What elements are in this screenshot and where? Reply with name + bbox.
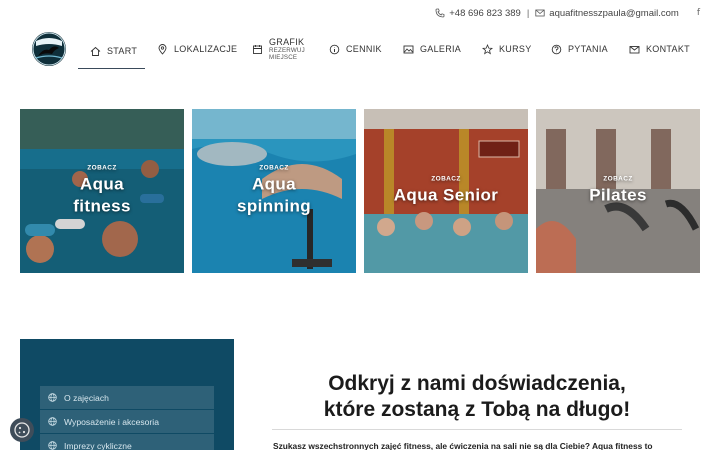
nav-sublabel-rezerwuj: REZERWUJ [269, 47, 305, 55]
tile-prefix: ZOBACZ [603, 175, 633, 183]
side-item-label: Imprezy cykliczne [64, 440, 132, 450]
nav-label-lokalizacje: LOKALIZACJE [174, 44, 238, 54]
cookie-settings-button[interactable] [10, 418, 34, 442]
nav-item-cennik[interactable]: CENNIK [329, 34, 403, 64]
question-icon [551, 44, 562, 54]
side-item-o-zajeciach[interactable]: O zajęciach [40, 386, 214, 409]
side-item-label: Wyposażenie i akcesoria [64, 416, 159, 427]
home-icon [90, 46, 101, 56]
main-nav: START LOKALIZACJE GRAFIK REZERWUJ MIEJSC… [78, 34, 699, 70]
side-item-imprezy[interactable]: Imprezy cykliczne [40, 434, 214, 450]
nav-item-kontakt[interactable]: KONTAKT [629, 34, 699, 64]
tile-title-line2: fitness [73, 196, 131, 216]
map-pin-icon [158, 43, 167, 55]
side-menu-panel: O zajęciach Wyposażenie i akcesoria Impr… [20, 339, 234, 450]
nav-item-galeria[interactable]: GALERIA [403, 34, 482, 64]
info-icon [329, 44, 340, 54]
star-icon [482, 43, 493, 54]
tile-title-line1: Aqua [251, 174, 297, 194]
tile-title-line1: Pilates [589, 185, 647, 205]
tile-label: ZOBACZ Aqua Senior [364, 175, 528, 206]
tile-pilates[interactable]: ZOBACZ Pilates [536, 109, 700, 273]
nav-label-kontakt: KONTAKT [646, 44, 690, 54]
nav-label-pytania: PYTANIA [568, 44, 608, 54]
globe-icon [48, 441, 57, 450]
phone-icon [435, 8, 445, 18]
tile-prefix: ZOBACZ [431, 175, 461, 183]
site-logo[interactable] [32, 32, 66, 66]
nav-label-grafik: GRAFIK [269, 36, 305, 47]
tile-label: ZOBACZ Aqua spinning [192, 164, 356, 217]
tile-label: ZOBACZ Aqua fitness [20, 164, 184, 217]
tile-aqua-fitness[interactable]: ZOBACZ Aqua fitness [20, 109, 184, 273]
tile-title-line2: spinning [236, 196, 312, 216]
nav-item-pytania[interactable]: PYTANIA [551, 34, 629, 64]
page-heading: Odkryj z nami doświadczenia, które zosta… [272, 371, 682, 423]
calendar-icon [253, 44, 262, 54]
tile-prefix: ZOBACZ [87, 164, 117, 172]
side-item-label: O zajęciach [64, 392, 109, 403]
tile-title-line1: Aqua [79, 174, 125, 194]
class-tiles: ZOBACZ Aqua fitness ZOBACZ Aqua spinning [20, 109, 700, 273]
email-address[interactable]: aquafitnesszpaula@gmail.com [549, 8, 679, 19]
nav-item-grafik[interactable]: GRAFIK REZERWUJ MIEJSCE [252, 34, 329, 64]
contact-bar: +48 696 823 389 | aquafitnesszpaula@gmai… [435, 6, 700, 20]
nav-label-start: START [107, 46, 138, 56]
nav-label-galeria: GALERIA [420, 44, 462, 54]
swimmer-logo [32, 32, 66, 66]
nav-item-kursy[interactable]: KURSY [482, 34, 551, 64]
globe-icon [48, 393, 57, 402]
tile-title-line1: Aqua Senior [393, 185, 499, 205]
nav-item-lokalizacje[interactable]: LOKALIZACJE [157, 34, 245, 64]
side-item-wyposazenie[interactable]: Wyposażenie i akcesoria [40, 410, 214, 433]
cookie-icon [14, 422, 30, 438]
heading-line2: które zostaną z Tobą na długo! [323, 397, 631, 421]
heading-line1: Odkryj z nami doświadczenia, [328, 372, 626, 395]
nav-label-cennik: CENNIK [346, 44, 382, 54]
globe-icon [48, 417, 57, 426]
tile-aqua-senior[interactable]: ZOBACZ Aqua Senior [364, 109, 528, 273]
nav-sublabel-miejsce: MIEJSCE [269, 54, 298, 62]
email-icon [535, 9, 545, 17]
tile-label: ZOBACZ Pilates [536, 175, 700, 206]
contact-separator: | [526, 7, 530, 19]
tile-prefix: ZOBACZ [259, 164, 289, 172]
intro-paragraph: Szukasz wszechstronnych zajęć fitness, a… [273, 441, 653, 450]
phone-number[interactable]: +48 696 823 389 [449, 8, 521, 19]
nav-item-start[interactable]: START [78, 34, 145, 69]
tile-aqua-spinning[interactable]: ZOBACZ Aqua spinning [192, 109, 356, 273]
facebook-icon[interactable]: f [697, 8, 700, 18]
nav-grafik-stack: GRAFIK REZERWUJ MIEJSCE [269, 37, 305, 62]
heading-divider [272, 429, 682, 430]
mail-icon [629, 45, 640, 53]
nav-label-kursy: KURSY [499, 44, 532, 54]
image-icon [403, 45, 414, 53]
